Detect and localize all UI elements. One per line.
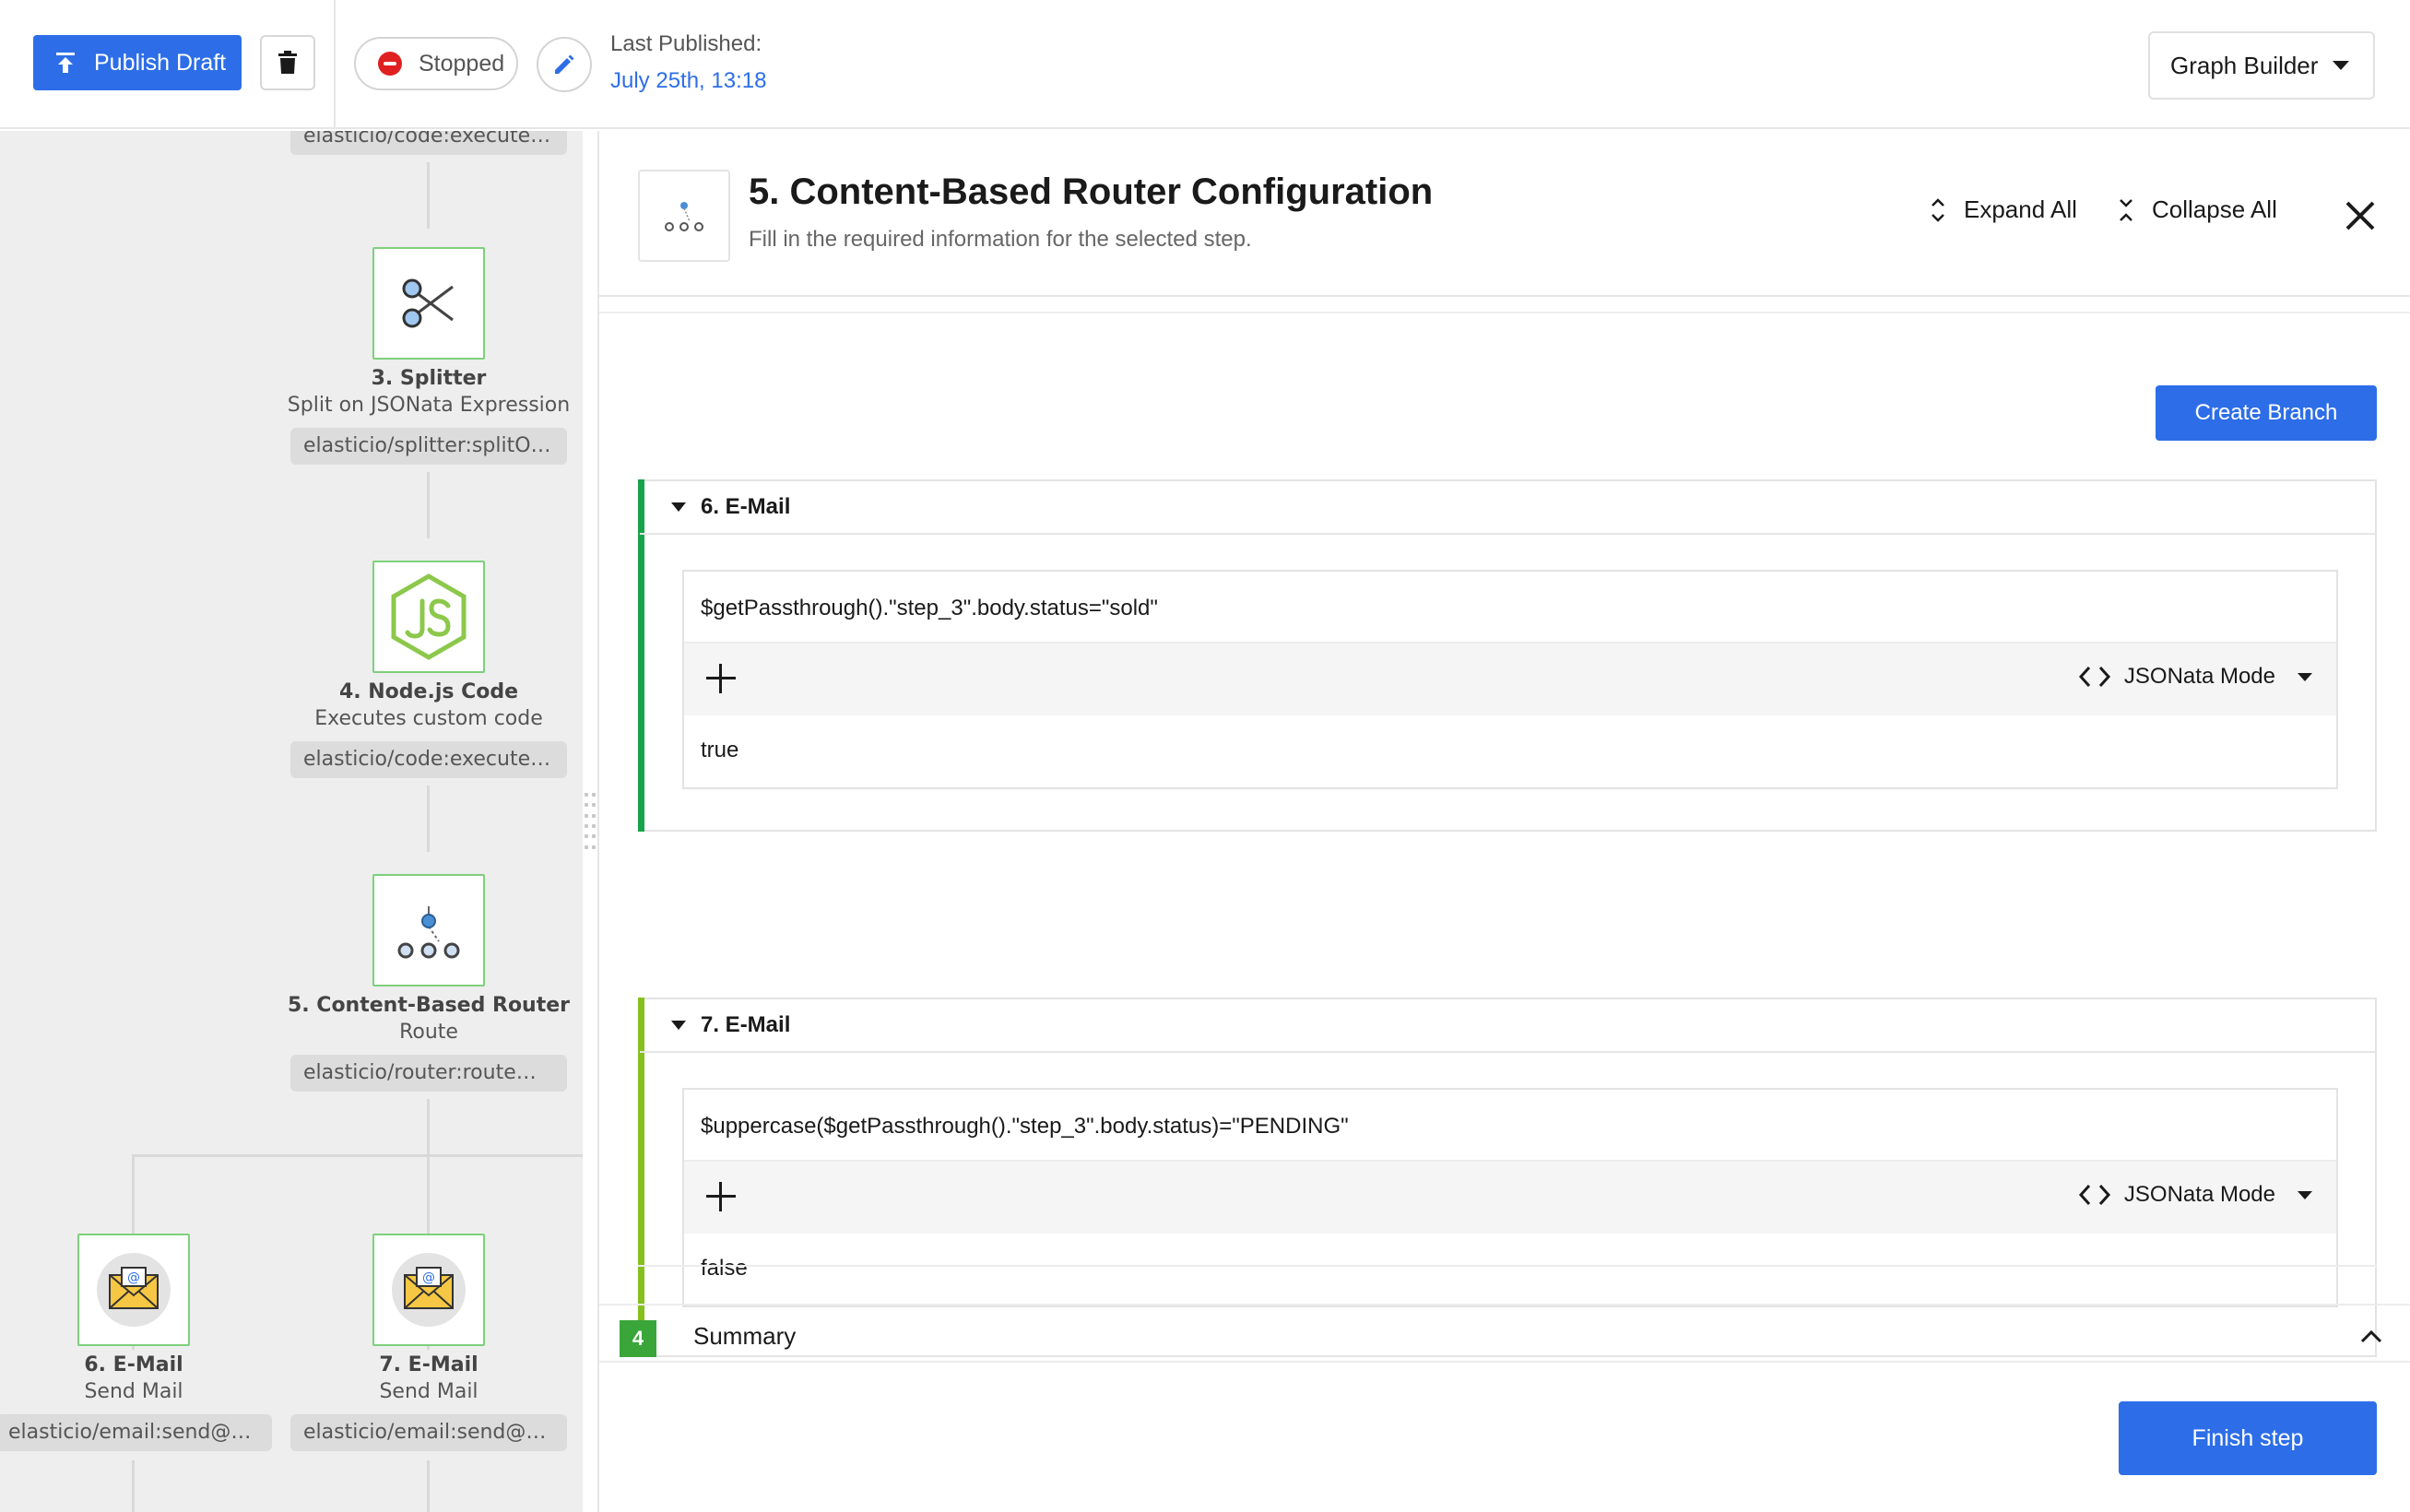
branch-name: 6. E-Mail [701,494,791,519]
code-icon [2078,1184,2110,1206]
flow-canvas[interactable]: elasticio/code:execute@... 3. Splitter S… [0,131,583,1512]
edit-button[interactable] [537,37,592,92]
mode-select-dropdown[interactable]: JSONata Mode [2078,1182,2312,1208]
node-component-chip: elasticio/code:execute@... [290,741,567,778]
node-title: 3. Splitter [371,367,487,390]
header-divider [599,312,2410,313]
last-published-label: Last Published: [610,31,762,56]
summary-step-number: 4 [620,1320,656,1357]
toolbar-divider [334,0,336,129]
condition-result: false [701,1256,748,1281]
mode-label: JSONata Mode [2123,664,2275,689]
node-title: 4. Node.js Code [338,680,519,703]
add-icon[interactable] [704,1180,738,1213]
caret-down-icon [671,502,686,512]
svg-text:@: @ [127,1270,140,1285]
connector-line [427,472,430,538]
add-icon[interactable] [704,662,738,695]
condition-expression-input[interactable]: $uppercase($getPassthrough()."step_3".bo… [701,1114,1349,1140]
delete-button[interactable] [260,35,315,90]
top-toolbar: Publish Draft Stopped Last Published: Ju… [0,0,2410,129]
code-icon [2078,666,2110,688]
upload-icon [56,53,75,73]
flow-node-router[interactable] [372,874,485,986]
branch-name: 7. E-Mail [701,1012,791,1037]
step-icon [638,170,730,262]
scissors-icon [402,278,454,328]
node-subtitle: Route [399,1021,458,1044]
chevron-down-icon [2298,672,2312,681]
flow-node-email-6[interactable]: @ [77,1234,190,1346]
condition-expression-input[interactable]: $getPassthrough()."step_3".body.status="… [701,596,1158,621]
chevron-up-icon[interactable] [2358,1324,2384,1350]
nodejs-icon [391,573,467,660]
condition-editor: $getPassthrough()."step_3".body.status="… [682,570,2338,789]
expand-all-button[interactable]: Expand All [1929,195,2077,224]
view-selector-label: Graph Builder [2170,51,2319,79]
section-divider [638,1265,2377,1267]
condition-toolbar: JSONata Mode [684,642,2336,715]
chevron-down-icon [2298,1190,2312,1199]
trash-icon [278,51,297,74]
publish-draft-button[interactable]: Publish Draft [33,35,242,90]
create-branch-button[interactable]: Create Branch [2156,385,2377,441]
node-component-chip: elasticio/router:route@... [290,1055,567,1092]
collapse-all-label: Collapse All [2152,195,2277,223]
branch-header[interactable]: 6. E-Mail [640,481,2375,535]
branch-card: 6. E-Mail $getPassthrough()."step_3".bod… [638,479,2377,832]
panel-title: 5. Content-Based Router Configuration [749,171,1434,212]
collapse-icon [2120,198,2132,221]
view-selector-dropdown[interactable]: Graph Builder [2148,31,2375,100]
mode-select-dropdown[interactable]: JSONata Mode [2078,664,2312,690]
svg-text:@: @ [422,1270,435,1285]
node-component-chip: elasticio/code:execute@... [290,131,567,155]
router-icon [665,202,703,231]
stop-icon [378,52,402,76]
panel-resize-handle[interactable] [585,793,596,852]
connector-line [132,1460,135,1512]
connector-line [427,1460,430,1512]
node-title: 5. Content-Based Router [287,994,571,1017]
expand-all-label: Expand All [1964,195,2077,223]
node-title: 7. E-Mail [379,1353,478,1376]
connector-line [132,1154,583,1157]
condition-result: true [701,738,739,762]
close-icon[interactable] [2340,195,2380,236]
branch-header[interactable]: 7. E-Mail [640,999,2375,1053]
router-icon [397,906,460,959]
connector-line [427,786,430,852]
email-icon: @ [392,1253,466,1327]
node-subtitle: Send Mail [379,1380,478,1403]
node-subtitle: Split on JSONata Expression [287,394,571,417]
chevron-down-icon [2333,61,2350,70]
step-configuration-panel: 5. Content-Based Router Configuration Fi… [597,131,2410,1512]
summary-label: Summary [693,1322,797,1350]
email-icon: @ [97,1253,171,1327]
node-component-chip: elasticio/email:send@df... [0,1414,272,1451]
flow-node-splitter[interactable] [372,247,485,360]
panel-subtitle: Fill in the required information for the… [749,227,1252,252]
expand-icon [1932,197,1944,222]
condition-editor: $uppercase($getPassthrough()."step_3".bo… [682,1088,2338,1307]
flow-node-nodejs[interactable] [372,561,485,673]
collapse-all-button[interactable]: Collapse All [2117,195,2277,224]
condition-toolbar: JSONata Mode [684,1160,2336,1234]
connector-line [427,162,430,229]
summary-section-header[interactable]: 4 Summary [599,1304,2410,1363]
node-subtitle: Executes custom code [314,707,543,730]
mode-label: JSONata Mode [2123,1182,2275,1207]
finish-step-button[interactable]: Finish step [2119,1401,2377,1475]
flow-status-toggle[interactable]: Stopped [354,37,518,90]
panel-header: 5. Content-Based Router Configuration Fi… [599,131,2410,313]
flow-node-email-7[interactable]: @ [372,1234,485,1346]
publish-draft-label: Publish Draft [94,49,227,76]
pencil-icon [555,54,574,74]
flow-status-label: Stopped [419,50,505,77]
last-published-date[interactable]: July 25th, 13:18 [610,68,766,94]
node-component-chip: elasticio/splitter:splitOnJ... [290,428,567,465]
node-component-chip: elasticio/email:send@df... [290,1414,567,1451]
caret-down-icon [671,1021,686,1030]
